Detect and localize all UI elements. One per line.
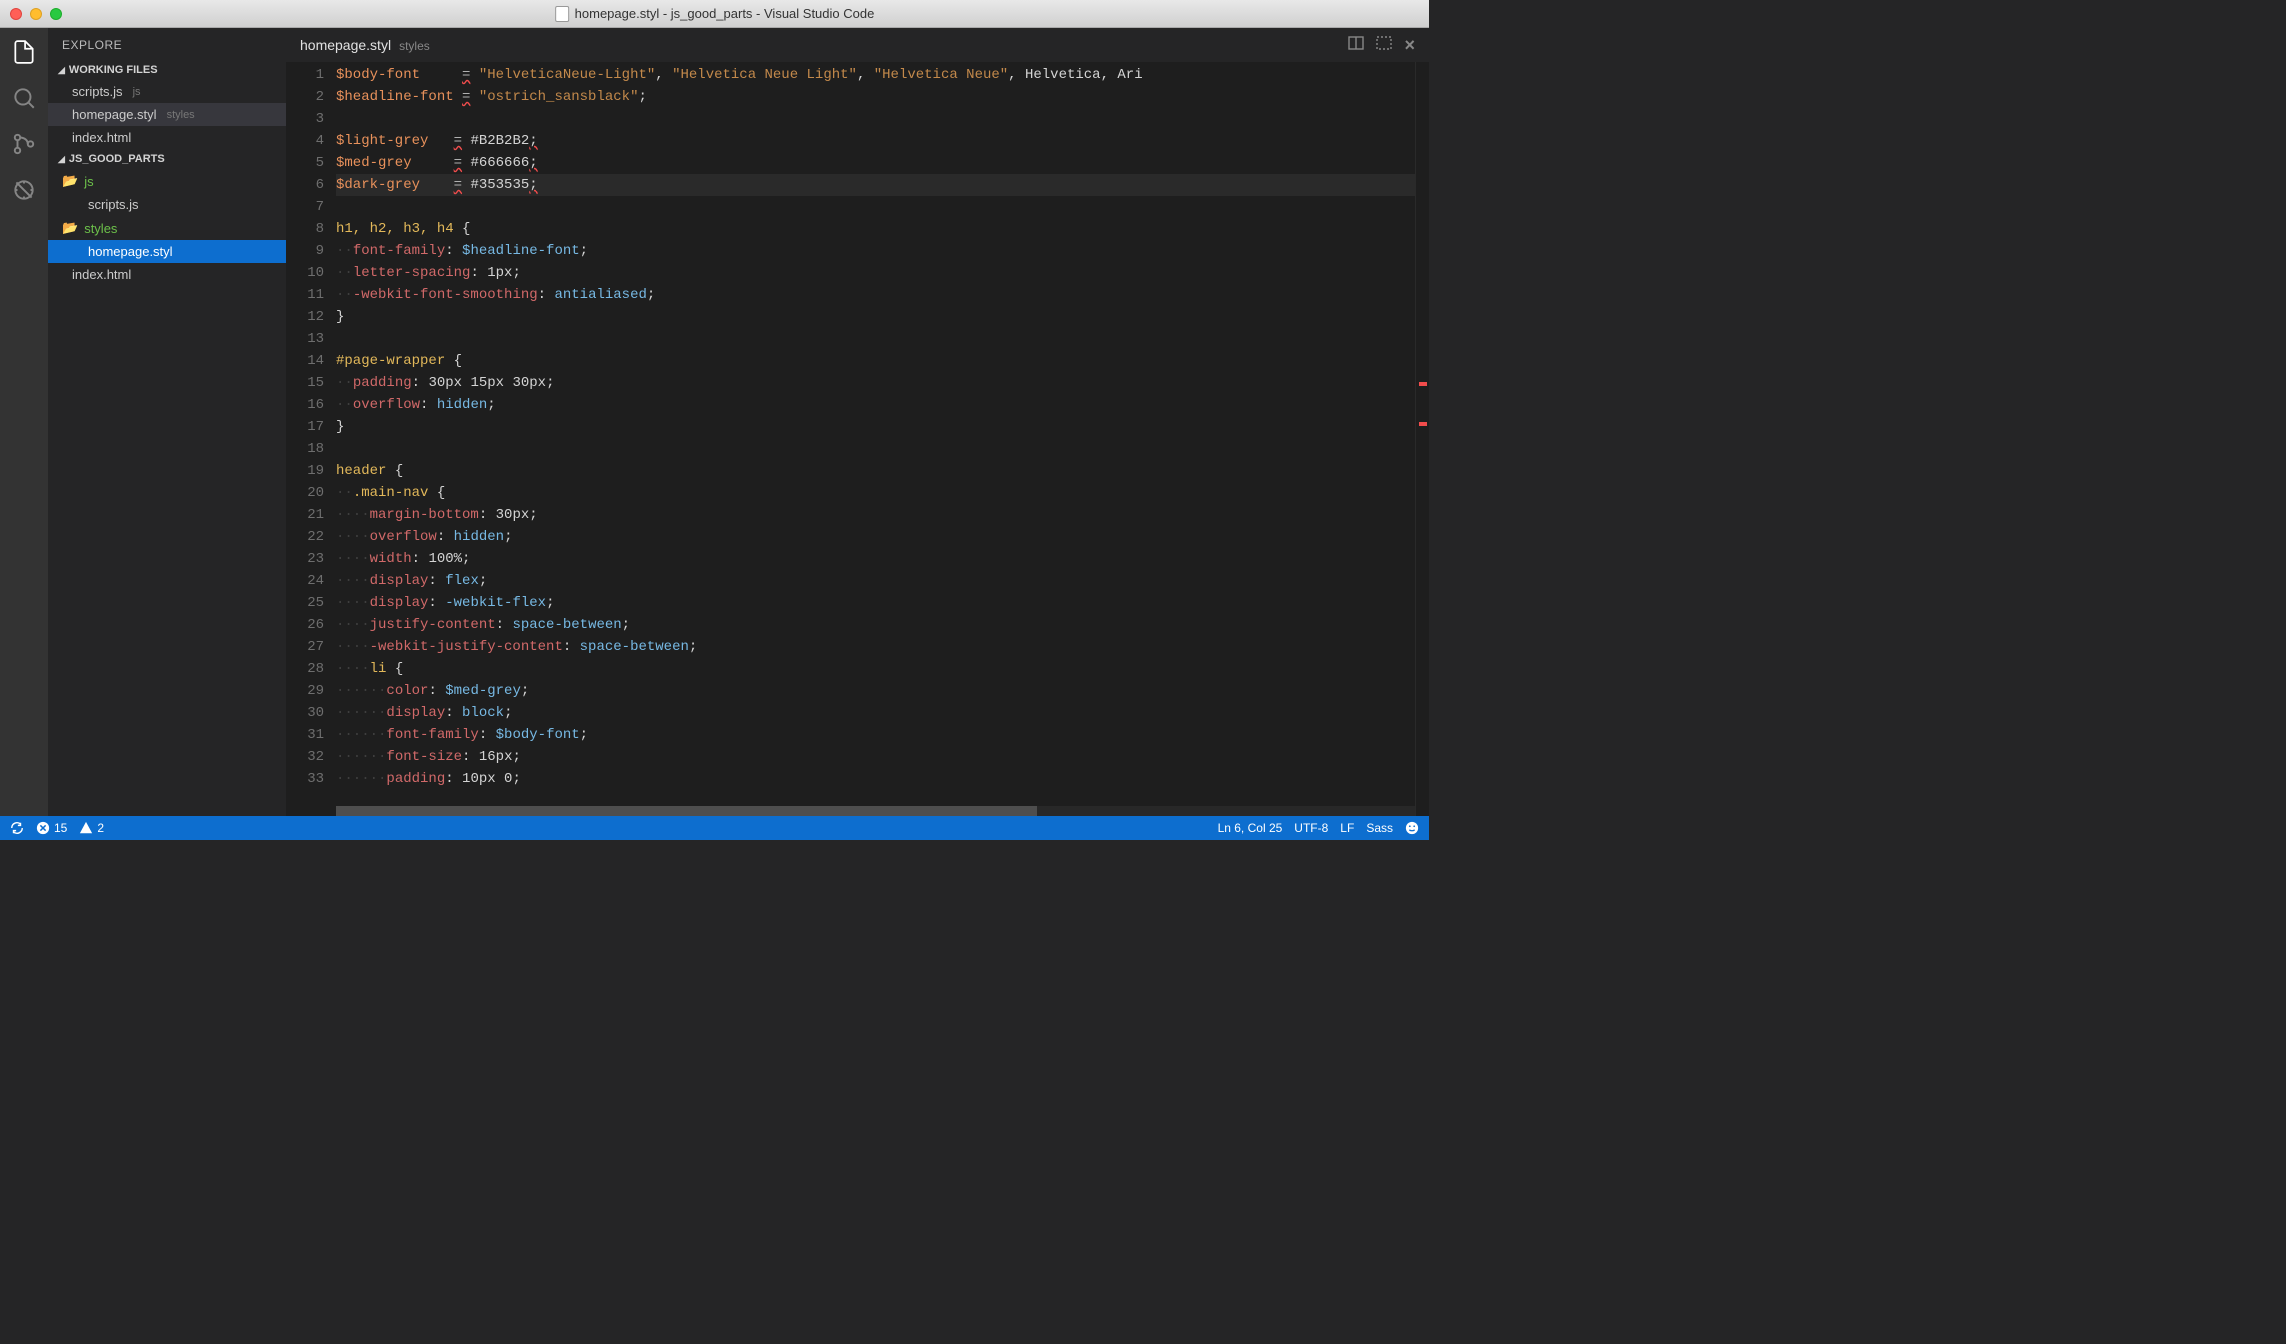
working-file-item[interactable]: index.html [48,126,286,149]
error-marker[interactable] [1419,382,1427,386]
chevron-down-icon: ◢ [58,65,65,76]
project-label: JS_GOOD_PARTS [69,153,165,165]
file-icon [555,6,569,22]
debug-icon[interactable] [10,176,38,204]
code-content[interactable]: $body-font = "HelveticaNeue-Light", "Hel… [336,62,1415,816]
folder-open-icon: 📂 [62,220,78,236]
close-window-button[interactable] [10,8,22,20]
file-folder-tag: js [133,86,141,98]
file-name: scripts.js [88,197,139,212]
status-cursor-position[interactable]: Ln 6, Col 25 [1218,821,1283,835]
status-feedback-icon[interactable] [1405,821,1419,835]
working-files-label: WORKING FILES [69,64,158,76]
file-folder-tag: styles [167,109,195,121]
status-eol[interactable]: LF [1340,821,1354,835]
search-icon[interactable] [10,84,38,112]
window-title: homepage.styl - js_good_parts - Visual S… [555,6,875,22]
file-name: homepage.styl [88,244,173,259]
tab-folder: styles [399,39,430,53]
warning-count: 2 [97,821,104,835]
working-file-item[interactable]: homepage.styl styles [48,103,286,126]
explorer-icon[interactable] [10,38,38,66]
tab-filename: homepage.styl [300,37,391,53]
scrollbar-thumb[interactable] [336,806,1037,816]
project-header[interactable]: ◢ JS_GOOD_PARTS [48,149,286,169]
status-language[interactable]: Sass [1366,821,1393,835]
file-item[interactable]: scripts.js [48,193,286,216]
error-marker[interactable] [1419,422,1427,426]
activity-bar [0,28,48,816]
minimize-window-button[interactable] [30,8,42,20]
split-editor-icon[interactable] [1348,35,1364,56]
maximize-window-button[interactable] [50,8,62,20]
file-item[interactable]: index.html [48,263,286,286]
file-item[interactable]: homepage.styl [48,240,286,263]
status-errors[interactable]: 15 [36,821,67,835]
file-name: homepage.styl [72,107,157,122]
working-file-item[interactable]: scripts.js js [48,80,286,103]
working-files-header[interactable]: ◢ WORKING FILES [48,60,286,80]
minimap[interactable] [1415,62,1429,816]
folder-item[interactable]: 📂 js [48,169,286,193]
close-editor-icon[interactable]: × [1404,35,1415,56]
horizontal-scrollbar[interactable] [336,806,1415,816]
source-control-icon[interactable] [10,130,38,158]
file-name: scripts.js [72,84,123,99]
folder-open-icon: 📂 [62,173,78,189]
file-name: index.html [72,130,131,145]
folder-name: js [84,174,93,189]
folder-name: styles [84,221,117,236]
line-number-gutter: 1234567891011121314151617181920212223242… [286,62,336,816]
statusbar: 15 2 Ln 6, Col 25 UTF-8 LF Sass [0,816,1429,840]
editor-tabs: homepage.styl styles × [286,28,1429,62]
more-actions-icon[interactable] [1376,35,1392,56]
file-name: index.html [72,267,131,282]
status-encoding[interactable]: UTF-8 [1294,821,1328,835]
titlebar[interactable]: homepage.styl - js_good_parts - Visual S… [0,0,1429,28]
window-title-text: homepage.styl - js_good_parts - Visual S… [575,6,875,21]
folder-item[interactable]: 📂 styles [48,216,286,240]
status-sync[interactable] [10,821,24,835]
error-count: 15 [54,821,67,835]
sidebar: EXPLORE ◢ WORKING FILES scripts.js js home… [48,28,286,816]
editor-tab[interactable]: homepage.styl styles [300,37,430,53]
chevron-down-icon: ◢ [58,154,65,165]
status-warnings[interactable]: 2 [79,821,104,835]
editor-area: homepage.styl styles × 12345678910111213… [286,28,1429,816]
window-controls [10,8,62,20]
sidebar-title: EXPLORE [48,28,286,60]
code-editor[interactable]: 1234567891011121314151617181920212223242… [286,62,1429,816]
